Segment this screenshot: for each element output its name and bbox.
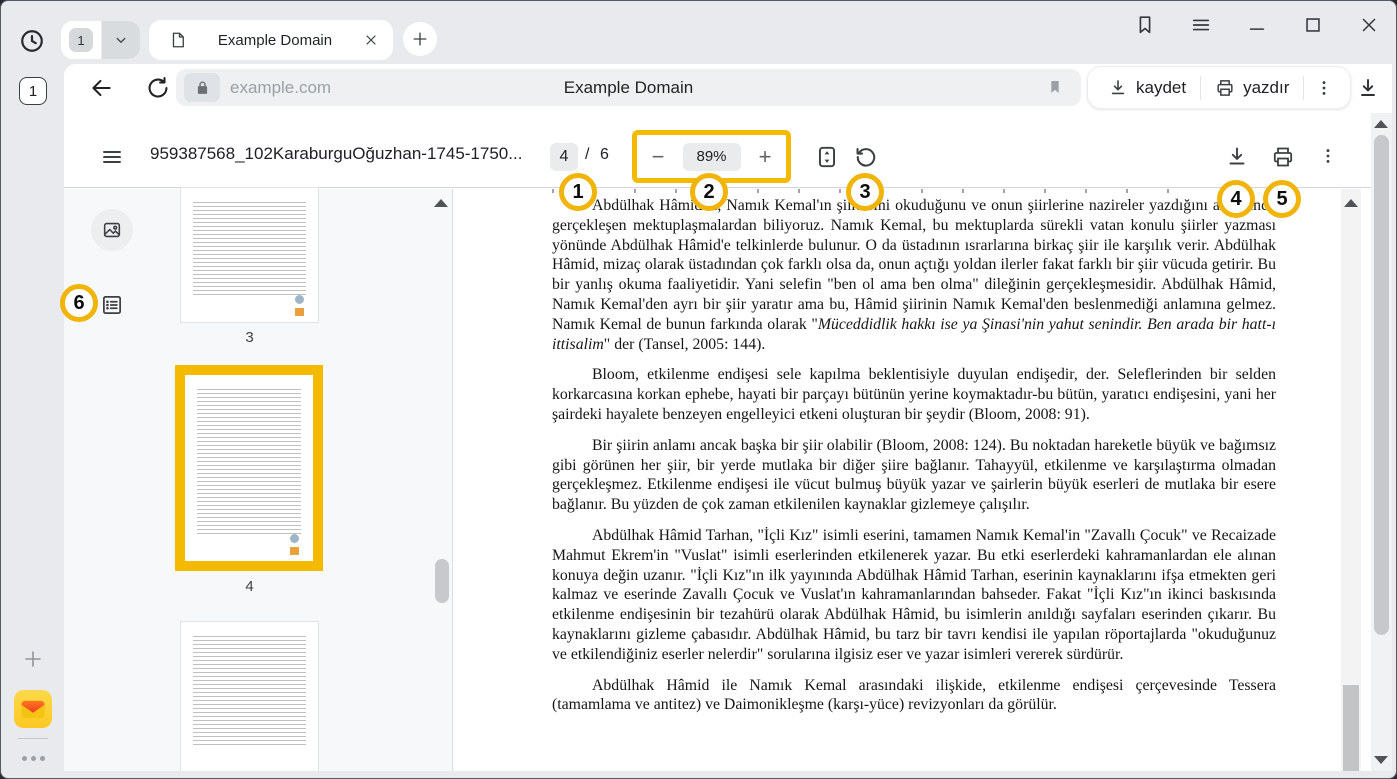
callout-6: 6 — [60, 284, 98, 322]
panel-bookmark-icon[interactable] — [1132, 12, 1158, 38]
save-button[interactable]: kaydet — [1094, 67, 1200, 108]
current-page-input[interactable]: 4 — [550, 143, 578, 171]
pdf-filename: 959387568_102KaraburguOğuzhan-1745-1750.… — [150, 144, 542, 164]
page-separator: / — [585, 146, 589, 164]
browser-window: 1 Example Domain — [0, 0, 1397, 779]
print-label: yazdır — [1243, 78, 1289, 98]
scrollbar-thumb[interactable] — [435, 559, 449, 603]
document-paragraphs: Abdülhak Hâmid'in, Namık Kemal'ın şiirle… — [552, 196, 1276, 726]
outline-view-icon[interactable] — [99, 292, 125, 318]
zoom-level[interactable]: 89% — [683, 143, 741, 171]
thumbnail-logo — [295, 308, 304, 316]
callout-1: 1 — [559, 173, 597, 211]
left-sidebar: 1 — [2, 64, 64, 771]
paragraph: Bir şiirin anlamı ancak başka bir şiir o… — [552, 436, 1276, 515]
browser-scrollbar[interactable] — [1371, 113, 1392, 771]
thumbnail-logo — [290, 547, 299, 555]
scrollbar-thumb[interactable] — [1343, 685, 1359, 771]
pdf-page-scrollbar[interactable] — [1341, 189, 1361, 771]
callout-5: 5 — [1263, 180, 1301, 218]
thumbnail-logo — [295, 295, 304, 304]
thumbnail-content — [193, 636, 306, 747]
page-icon — [169, 30, 187, 50]
sidebar-more-icon[interactable] — [16, 750, 50, 766]
zoom-out-button[interactable]: − — [647, 146, 669, 168]
zoom-in-button[interactable]: + — [754, 146, 776, 168]
tab-example-domain[interactable]: Example Domain — [149, 20, 393, 60]
download-icon — [1108, 78, 1128, 98]
fit-to-page-icon[interactable] — [814, 144, 840, 170]
maximize-icon[interactable] — [1300, 12, 1326, 38]
total-pages: 6 — [600, 146, 609, 164]
more-actions-icon[interactable] — [1304, 67, 1344, 108]
scroll-down-icon[interactable] — [1374, 756, 1388, 764]
sidebar-divider — [18, 738, 48, 739]
downloads-panel-icon[interactable] — [1355, 75, 1381, 101]
image-view-button[interactable] — [91, 209, 133, 251]
paragraph: Abdülhak Hâmid ile Namık Kemal arasındak… — [552, 676, 1276, 716]
page-actions: kaydet yazdır — [1087, 66, 1351, 109]
paragraph: Abdülhak Hâmid'in, Namık Kemal'ın şiirle… — [552, 196, 1276, 354]
paragraph: Bloom, etkilenme endişesi sele kapılma b… — [552, 365, 1276, 424]
minimize-icon[interactable] — [1244, 12, 1270, 38]
new-tab-button[interactable] — [403, 22, 437, 56]
chevron-down-icon[interactable] — [102, 21, 140, 59]
window-controls — [1132, 12, 1382, 38]
titlebar: 1 Example Domain — [1, 1, 1396, 64]
paragraph: Abdülhak Hâmid Tarhan, "İçli Kız" isimli… — [552, 526, 1276, 665]
thumbnail-scrollbar[interactable] — [431, 189, 452, 771]
scroll-up-icon[interactable] — [434, 199, 448, 207]
back-icon[interactable] — [88, 75, 114, 101]
thumbnail-label: 4 — [181, 578, 318, 595]
image-icon — [101, 219, 123, 241]
thumbnail-content — [197, 389, 301, 535]
address-bar[interactable]: example.com Example Domain — [176, 69, 1081, 106]
tab-group-badge: 1 — [69, 28, 93, 52]
pdf-viewer: 3 4 Abdül — [64, 189, 1371, 771]
thumbnail-page-3[interactable] — [181, 188, 318, 322]
pdf-page: Abdülhak Hâmid'in, Namık Kemal'ın şiirle… — [454, 189, 1371, 771]
pdf-download-icon[interactable] — [1224, 144, 1250, 170]
callout-2: 2 — [690, 173, 728, 211]
callout-4: 4 — [1217, 180, 1255, 218]
yandex-mail-icon[interactable] — [14, 690, 52, 728]
tab-group-chip[interactable]: 1 — [61, 21, 101, 59]
menu-icon[interactable] — [1188, 12, 1214, 38]
scrollbar-thumb[interactable] — [1374, 135, 1389, 635]
callout-3: 3 — [846, 173, 884, 211]
scroll-up-icon[interactable] — [1344, 199, 1358, 207]
pdf-print-icon[interactable] — [1270, 144, 1296, 170]
tab-group[interactable]: 1 — [61, 21, 140, 59]
sidebar-tab-counter[interactable]: 1 — [19, 77, 47, 105]
printer-icon — [1215, 78, 1235, 98]
history-clock-icon[interactable] — [18, 27, 46, 55]
bookmark-icon[interactable] — [1045, 77, 1065, 97]
scroll-up-icon[interactable] — [1374, 120, 1388, 128]
pdf-more-icon[interactable] — [1316, 144, 1340, 168]
thumbnail-logo — [290, 534, 299, 543]
thumbnail-content — [193, 202, 306, 296]
save-label: kaydet — [1136, 78, 1186, 98]
close-icon[interactable] — [1356, 12, 1382, 38]
sidebar-add-icon[interactable] — [21, 647, 45, 671]
thumbnail-label: 3 — [181, 329, 318, 346]
thumbnail-page-4-selected[interactable] — [175, 365, 323, 571]
print-button[interactable]: yazdır — [1201, 67, 1303, 108]
tab-title: Example Domain — [187, 32, 363, 49]
page-title: Example Domain — [176, 69, 1081, 106]
thumbnail-page-5[interactable] — [181, 622, 318, 771]
browser-content: example.com Example Domain kaydet — [64, 64, 1392, 771]
thumbnail-pane: 3 4 — [64, 189, 453, 771]
tab-close-icon[interactable] — [363, 32, 379, 48]
browser-toolbar: example.com Example Domain kaydet — [64, 64, 1392, 111]
pdf-sidebar-toggle-icon[interactable] — [100, 145, 124, 169]
rotate-icon[interactable] — [853, 144, 879, 170]
reload-icon[interactable] — [145, 75, 171, 101]
